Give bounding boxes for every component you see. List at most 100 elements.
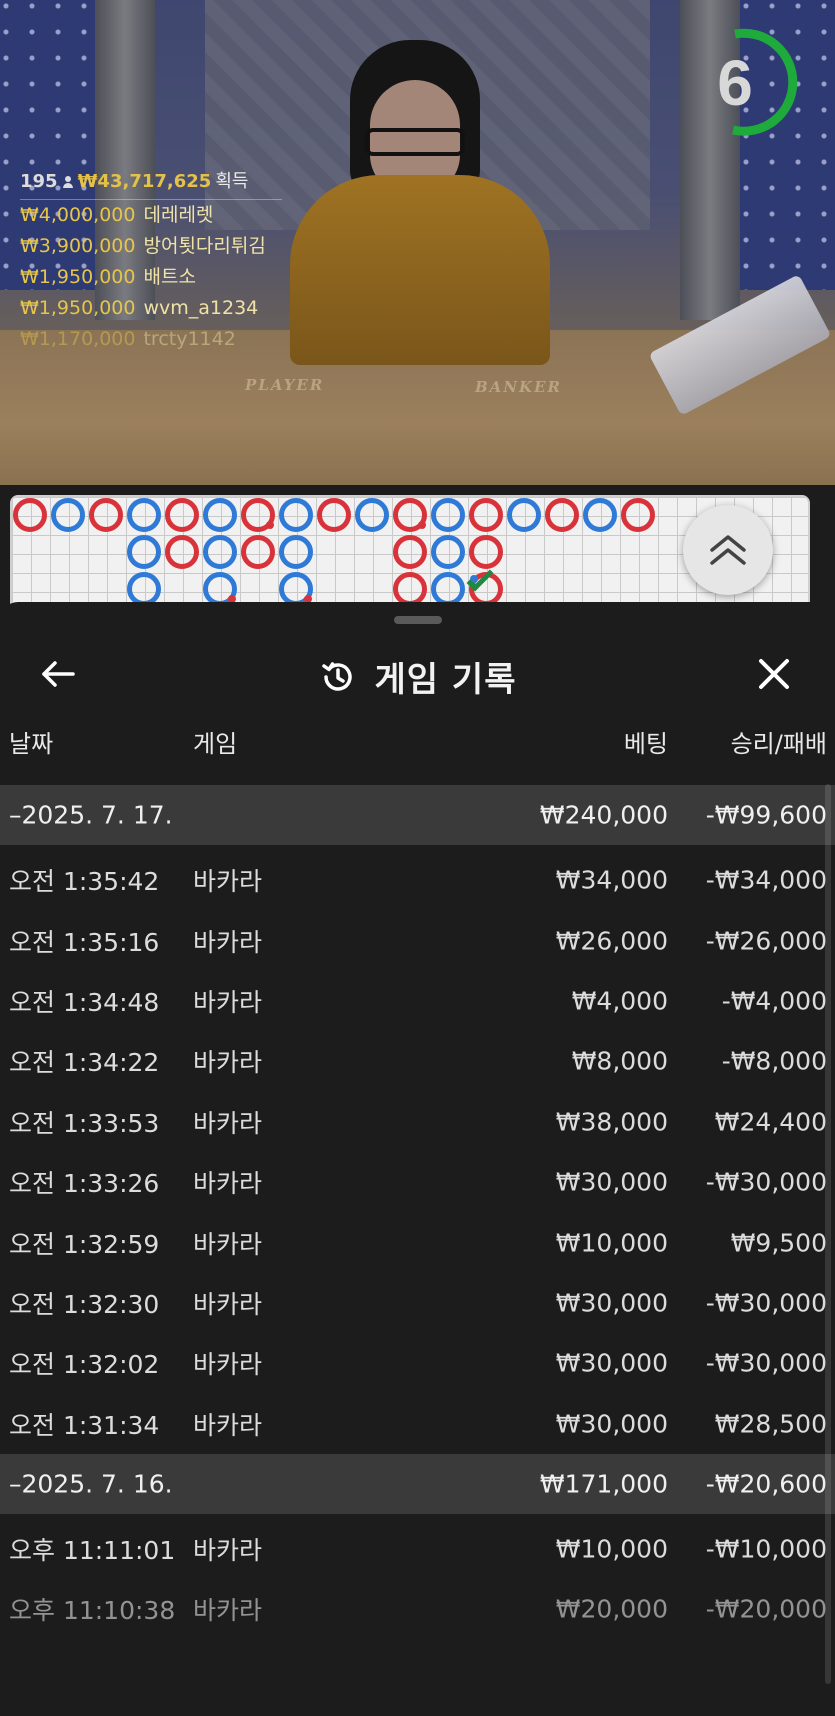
row-game: 바카라	[193, 1410, 263, 1440]
sheet-title-group: 게임 기록	[0, 652, 835, 701]
row-game: 바카라	[193, 1048, 263, 1078]
road-bead	[165, 535, 199, 569]
row-result: ₩24,400	[714, 1107, 827, 1137]
road-bead	[279, 535, 313, 569]
row-bet: ₩8,000	[571, 1046, 668, 1076]
group-result-total: -₩20,600	[705, 1469, 827, 1499]
felt-player-label: PLAYER	[245, 376, 325, 394]
history-row[interactable]: 오전 1:32:02 바카라 ₩30,000 -₩30,000	[0, 1333, 835, 1393]
row-result: -₩20,000	[705, 1594, 827, 1624]
row-bet: ₩4,000	[571, 986, 668, 1016]
column-game: 게임	[193, 730, 238, 758]
column-result: 승리/패배	[730, 730, 827, 758]
row-game: 바카라	[193, 1229, 263, 1259]
row-bet: ₩30,000	[555, 1167, 668, 1197]
winner-amount: ₩1,950,000	[20, 266, 136, 288]
row-bet: ₩20,000	[555, 1594, 668, 1624]
countdown-number: 6	[717, 47, 753, 119]
road-bead	[241, 498, 275, 532]
road-bead	[431, 498, 465, 532]
road-bead	[51, 498, 85, 532]
road-bead	[241, 535, 275, 569]
history-row[interactable]: 오전 1:32:30 바카라 ₩30,000 -₩30,000	[0, 1273, 835, 1333]
group-result-total: -₩99,600	[705, 800, 827, 830]
history-row[interactable]: 오전 1:34:48 바카라 ₩4,000 -₩4,000	[0, 971, 835, 1031]
winners-list: 195 ₩43,717,625 획득 ₩4,000,000 데레레렛 ₩3,900,…	[20, 166, 282, 355]
row-bet: ₩38,000	[555, 1107, 668, 1137]
winner-amount: ₩3,900,000	[20, 235, 136, 257]
history-list[interactable]: –2025. 7. 17. ₩240,000 -₩99,600 오전 1:35:42 바…	[0, 785, 835, 1640]
winners-label: 획득	[215, 171, 249, 192]
history-icon	[321, 661, 352, 691]
row-result: ₩9,500	[730, 1228, 827, 1258]
road-bead	[127, 572, 161, 606]
winner-amount: ₩1,170,000	[20, 328, 136, 350]
history-row[interactable]: 오전 1:32:59 바카라 ₩10,000 ₩9,500	[0, 1212, 835, 1272]
row-bet: ₩30,000	[555, 1348, 668, 1378]
group-date: –2025. 7. 16.	[9, 1469, 173, 1499]
person-icon	[62, 175, 74, 188]
close-button[interactable]	[752, 652, 796, 696]
row-time: 오전 1:32:02	[9, 1350, 160, 1380]
winner-amount: ₩1,950,000	[20, 297, 136, 319]
history-row[interactable]: 오전 1:33:26 바카라 ₩30,000 -₩30,000	[0, 1152, 835, 1212]
road-bead	[127, 535, 161, 569]
road-bead	[469, 498, 503, 532]
history-row[interactable]: 오전 1:35:42 바카라 ₩34,000 -₩34,000	[0, 850, 835, 910]
felt-banker-label: BANKER	[475, 378, 562, 396]
history-row[interactable]: 오후 11:10:38 바카라 ₩20,000 -₩20,000	[0, 1579, 835, 1639]
row-game: 바카라	[193, 867, 263, 897]
scrollbar[interactable]	[825, 784, 831, 1684]
row-time: 오전 1:32:30	[9, 1289, 160, 1319]
winner-row: ₩1,950,000 wvm_a1234	[20, 293, 282, 324]
row-bet: ₩10,000	[555, 1228, 668, 1258]
row-bet: ₩34,000	[555, 865, 668, 895]
history-row[interactable]: 오후 11:11:01 바카라 ₩10,000 -₩10,000	[0, 1519, 835, 1579]
road-bead	[621, 498, 655, 532]
group-bet-total: ₩171,000	[539, 1469, 668, 1499]
road-bead	[317, 498, 351, 532]
column-bet: 베팅	[623, 730, 668, 758]
row-game: 바카라	[193, 1350, 263, 1380]
row-game: 바카라	[193, 1289, 263, 1319]
road-bead	[203, 572, 237, 606]
winner-row: ₩4,000,000 데레레렛	[20, 200, 282, 231]
date-group-row[interactable]: –2025. 7. 16. ₩171,000 -₩20,600	[0, 1453, 835, 1514]
sheet-title: 게임 기록	[374, 660, 517, 700]
expand-roads-button[interactable]	[683, 505, 773, 595]
winners-count: 195	[20, 171, 58, 192]
road-bead	[393, 498, 427, 532]
row-result: -₩30,000	[705, 1167, 827, 1197]
row-bet: ₩30,000	[555, 1288, 668, 1318]
road-bead	[89, 498, 123, 532]
road-bead	[393, 572, 427, 606]
sheet-header: 게임 기록	[0, 642, 835, 702]
row-result: -₩8,000	[721, 1046, 827, 1076]
road-bead	[279, 572, 313, 606]
row-time: 오전 1:34:22	[9, 1048, 160, 1078]
row-bet: ₩10,000	[555, 1534, 668, 1564]
column-headers: 날짜 게임 베팅 승리/패배	[0, 724, 835, 758]
history-row[interactable]: 오전 1:34:22 바카라 ₩8,000 -₩8,000	[0, 1031, 835, 1091]
row-time: 오전 1:32:59	[9, 1229, 160, 1259]
chevrons-up-icon	[710, 535, 746, 565]
row-result: ₩28,500	[714, 1409, 827, 1439]
sheet-grabber[interactable]	[394, 616, 442, 624]
dealer	[270, 40, 570, 365]
history-row[interactable]: 오전 1:33:53 바카라 ₩38,000 ₩24,400	[0, 1092, 835, 1152]
row-result: -₩10,000	[705, 1534, 827, 1564]
date-group-row[interactable]: –2025. 7. 17. ₩240,000 -₩99,600	[0, 785, 835, 845]
row-time: 오후 11:10:38	[9, 1596, 176, 1626]
road-bead	[165, 498, 199, 532]
group-bet-total: ₩240,000	[539, 800, 668, 830]
history-row[interactable]: 오전 1:31:34 바카라 ₩30,000 ₩28,500	[0, 1394, 835, 1454]
road-bead	[431, 535, 465, 569]
winner-name: trcty1142	[143, 328, 236, 350]
winners-header: 195 ₩43,717,625 획득	[20, 166, 282, 200]
row-time: 오전 1:33:26	[9, 1169, 160, 1199]
row-time: 오전 1:31:34	[9, 1410, 160, 1440]
history-row[interactable]: 오전 1:35:16 바카라 ₩26,000 -₩26,000	[0, 910, 835, 970]
row-game: 바카라	[193, 1596, 263, 1626]
row-bet: ₩26,000	[555, 926, 668, 956]
winner-row: ₩1,950,000 배트소	[20, 262, 282, 293]
